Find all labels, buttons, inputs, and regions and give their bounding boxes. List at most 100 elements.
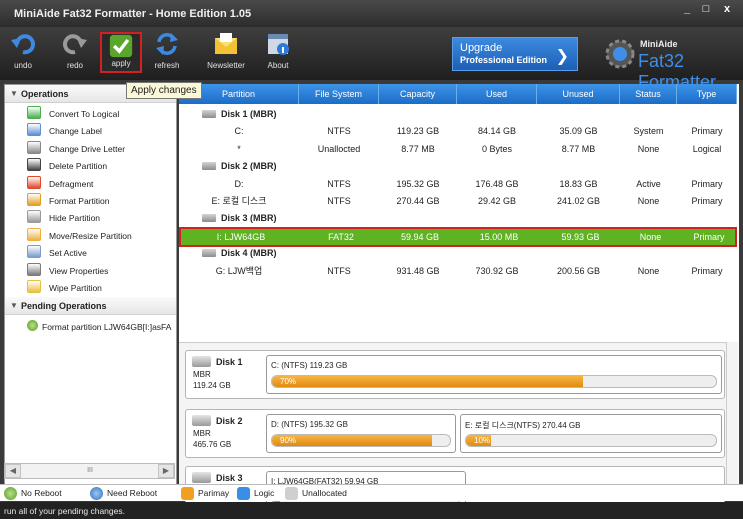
brand-gear-icon bbox=[605, 39, 635, 69]
disk-icon bbox=[202, 214, 216, 223]
legend-bar: No Reboot Need Reboot Parimay Logic Unal… bbox=[0, 484, 743, 501]
disk-row[interactable]: Disk 2 (MBR) bbox=[179, 158, 737, 175]
column-header[interactable]: Status bbox=[620, 84, 677, 104]
apply-button[interactable]: apply bbox=[100, 32, 142, 73]
usage-bar-fill: 70% bbox=[272, 376, 583, 387]
sidebar-item[interactable]: Hide Partition bbox=[5, 209, 176, 226]
status-bar: run all of your pending changes. bbox=[0, 502, 743, 519]
disk-card-size: 465.76 GB bbox=[193, 440, 232, 449]
maximize-button[interactable]: □ bbox=[695, 0, 717, 20]
about-icon bbox=[268, 34, 289, 55]
usage-bar: 70% bbox=[271, 375, 717, 388]
usage-bar: 90% bbox=[271, 434, 451, 447]
column-header[interactable]: Unused bbox=[537, 84, 620, 104]
sidebar-item-label: Defragment bbox=[49, 178, 94, 189]
table-cell: 59.94 GB bbox=[400, 231, 440, 242]
redo-button[interactable]: redo bbox=[60, 30, 90, 74]
chevron-down-icon: ❯ bbox=[555, 48, 569, 65]
table-cell: 15.00 MB bbox=[479, 231, 519, 242]
undo-label: undo bbox=[14, 61, 32, 70]
disk-card[interactable]: Disk 1 MBR 119.24 GB C: (NTFS) 119.23 GB 70% bbox=[185, 350, 725, 399]
close-button[interactable]: x bbox=[716, 0, 738, 20]
scroll-left-icon[interactable]: ◀ bbox=[5, 464, 21, 478]
collapse-icon: ▼ bbox=[10, 89, 18, 98]
partition-block[interactable]: E: 로컬 디스크(NTFS) 270.44 GB 10% bbox=[460, 414, 722, 453]
partition-row[interactable]: G: LJW백업 NTFS 931.48 GB 730.92 GB 200.56 GB N… bbox=[179, 263, 737, 280]
sidebar-item[interactable]: Delete Partition bbox=[5, 157, 176, 174]
pending-operation[interactable]: Format partition LJW64GB[I:]asFA bbox=[5, 318, 176, 335]
sidebar-item-label: Delete Partition bbox=[49, 161, 108, 172]
scroll-right-icon[interactable]: ▶ bbox=[158, 464, 174, 478]
undo-icon bbox=[11, 34, 35, 55]
table-cell: 59.93 GB bbox=[561, 231, 600, 242]
column-header[interactable]: File System bbox=[299, 84, 379, 104]
table-cell: None bbox=[637, 196, 660, 206]
partition-block[interactable]: D: (NTFS) 195.32 GB 90% bbox=[266, 414, 456, 453]
sidebar-item[interactable]: View Properties bbox=[5, 262, 176, 279]
disk-icon bbox=[192, 415, 211, 426]
table-header: Partition File System Capacity Used Unused St… bbox=[179, 84, 737, 104]
sidebar-item[interactable]: Change Drive Letter bbox=[5, 140, 176, 157]
table-cell: Primary bbox=[691, 126, 723, 137]
upgrade-edition: Professional Edition bbox=[460, 55, 548, 65]
disk-card-type: MBR bbox=[193, 370, 211, 379]
sidebar-horizontal-scrollbar[interactable]: ◀ III ▶ bbox=[4, 463, 175, 479]
sidebar-item[interactable]: Defragment bbox=[5, 175, 176, 192]
disk-icon bbox=[202, 162, 216, 171]
partition-row[interactable]: C: NTFS 119.23 GB 84.14 GB 35.09 GB System Pri… bbox=[179, 123, 737, 140]
disk-icon bbox=[192, 472, 211, 483]
partition-row[interactable]: * Unallocted 8.77 MB 0 Bytes 8.77 MB None Logi… bbox=[179, 141, 737, 158]
logic-swatch bbox=[237, 487, 250, 500]
selected-partition-row[interactable]: I: LJW64GB FAT32 59.94 GB 15.00 MB 59.93 GB N… bbox=[179, 226, 737, 247]
upgrade-button[interactable]: Upgrade Professional Edition ❯ bbox=[452, 37, 578, 71]
table-cell: E: 로컬 디스크 bbox=[211, 196, 267, 206]
table-cell: 8.77 MB bbox=[561, 143, 596, 154]
disk-card-size: 119.24 GB bbox=[193, 381, 231, 390]
column-header[interactable]: Used bbox=[457, 84, 537, 104]
operations-sidebar: ▼ Operations Convert To Logical Change La… bbox=[4, 84, 177, 485]
apply-label: apply bbox=[111, 59, 131, 68]
sidebar-item[interactable]: Move/Resize Partition bbox=[5, 227, 176, 244]
disk-name: Disk 3 (MBR) bbox=[221, 213, 277, 224]
toolbar: undo redo apply refresh Newsletter About… bbox=[0, 27, 743, 92]
table-cell: 29.42 GB bbox=[477, 196, 517, 206]
disk-card[interactable]: Disk 2 MBR 465.76 GB D: (NTFS) 195.32 GB 90%… bbox=[185, 409, 725, 458]
table-cell: Primary bbox=[691, 196, 723, 206]
table-cell: I: LJW64GB bbox=[216, 231, 266, 242]
partition-row[interactable]: D: NTFS 195.32 GB 176.48 GB 18.83 GB Active Pr… bbox=[179, 176, 737, 193]
diskmap-vertical-scrollbar[interactable] bbox=[726, 342, 738, 484]
table-cell: 241.02 GB bbox=[556, 196, 601, 206]
collapse-icon: ▼ bbox=[10, 301, 18, 310]
about-button[interactable]: About bbox=[262, 30, 294, 74]
pending-header[interactable]: ▼ Pending Operations bbox=[5, 297, 176, 315]
format-icon bbox=[27, 193, 41, 206]
sidebar-item[interactable]: Wipe Partition bbox=[5, 279, 176, 296]
scroll-thumb[interactable]: III bbox=[65, 466, 115, 476]
table-cell: 931.48 GB bbox=[396, 265, 440, 276]
refresh-button[interactable]: refresh bbox=[150, 30, 184, 74]
table-cell: 270.44 GB bbox=[396, 196, 440, 206]
disk-row[interactable]: Disk 1 (MBR) bbox=[179, 106, 737, 123]
need-reboot-legend: Need Reboot bbox=[90, 487, 157, 500]
column-header[interactable]: Capacity bbox=[379, 84, 457, 104]
partition-row[interactable]: E: 로컬 디스크 NTFS 270.44 GB 29.42 GB 241.02 GB N… bbox=[179, 193, 737, 210]
disk-row[interactable]: Disk 3 (MBR) bbox=[179, 210, 737, 227]
undo-button[interactable]: undo bbox=[8, 30, 38, 74]
pending-status-icon bbox=[27, 320, 38, 331]
brand-logo: MiniAide Fat32 Formatter bbox=[600, 36, 740, 92]
sidebar-item[interactable]: Set Active bbox=[5, 244, 176, 261]
partition-block[interactable]: C: (NTFS) 119.23 GB 70% bbox=[266, 355, 722, 394]
sidebar-item[interactable]: Format Partition bbox=[5, 192, 176, 209]
disk-row[interactable]: Disk 4 (MBR) bbox=[179, 245, 737, 262]
column-header[interactable]: Type bbox=[677, 84, 737, 104]
sidebar-item[interactable]: Convert To Logical bbox=[5, 105, 176, 122]
sidebar-item-label: Change Drive Letter bbox=[49, 143, 126, 154]
table-cell: 730.92 GB bbox=[475, 265, 519, 276]
sidebar-item[interactable]: Change Label bbox=[5, 122, 176, 139]
upgrade-title: Upgrade bbox=[460, 42, 503, 54]
table-cell: D: bbox=[234, 178, 244, 189]
table-cell: Logical bbox=[692, 143, 722, 154]
newsletter-button[interactable]: Newsletter bbox=[202, 30, 250, 74]
about-label: About bbox=[267, 61, 289, 70]
properties-icon bbox=[27, 262, 41, 276]
